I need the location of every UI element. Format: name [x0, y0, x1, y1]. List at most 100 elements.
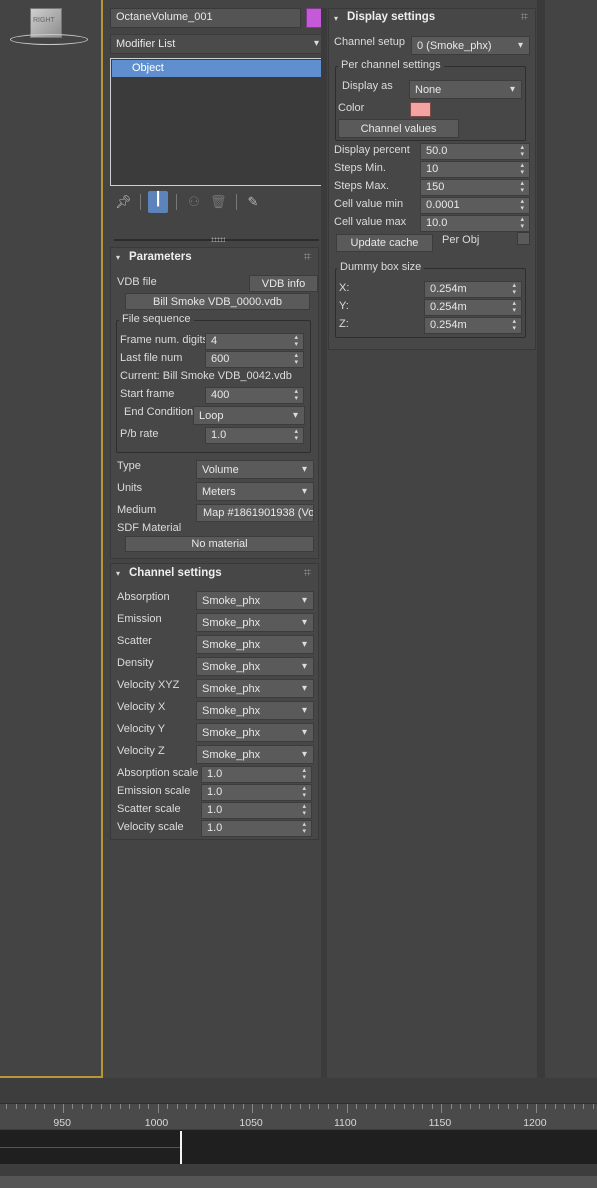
rollout-collapse-icon[interactable]: ▾ [116, 253, 120, 262]
timeline-tick [365, 1104, 367, 1109]
timeline-tick [554, 1104, 556, 1109]
vdb-info-button[interactable]: VDB info [249, 275, 318, 292]
channel-setup-dropdown[interactable]: 0 (Smoke_phx) [411, 36, 530, 55]
timeline-tick [167, 1104, 169, 1109]
scale-spinner[interactable]: 1.0 [201, 820, 312, 837]
channel-dropdown[interactable]: Smoke_phx [196, 723, 314, 742]
rollout-grip-icon[interactable] [304, 253, 311, 260]
last-file-num-label: Last file num [120, 352, 183, 364]
rollout-collapse-icon[interactable]: ▾ [116, 569, 120, 578]
x-size-spinner[interactable]: 0.254m [424, 281, 522, 298]
sdf-material-button[interactable]: No material [125, 536, 314, 552]
end-condition-dropdown[interactable]: Loop [193, 406, 305, 425]
timeline-tick [129, 1104, 131, 1109]
scale-spinner[interactable]: 1.0 [201, 784, 312, 801]
timeline-tick [403, 1104, 405, 1109]
timeline-tick [431, 1104, 433, 1109]
modifier-list-dropdown[interactable]: Modifier List [110, 34, 326, 54]
scale-label: Scatter scale [117, 803, 181, 815]
show-end-result-icon[interactable]: ┃ [148, 191, 168, 213]
track-bar-line [0, 1147, 180, 1148]
units-dropdown[interactable]: Meters [196, 482, 314, 501]
pin-icon[interactable]: 📌︎ [115, 194, 132, 210]
command-panel-scrollbar[interactable] [321, 8, 327, 1078]
update-cache-button[interactable]: Update cache [336, 234, 433, 252]
pb-rate-spinner[interactable]: 1.0 [205, 427, 304, 444]
cell-value-min-spinner[interactable]: 0.0001 [420, 197, 530, 214]
channel-dropdown[interactable]: Smoke_phx [196, 613, 314, 632]
color-swatch[interactable] [410, 102, 431, 117]
timeline-tick [517, 1104, 519, 1109]
timeline-tick [394, 1104, 396, 1109]
channel-label: Scatter [117, 635, 152, 647]
color-label: Color [338, 102, 365, 114]
display-percent-label: Display percent [334, 144, 410, 156]
timeline-tick [290, 1104, 292, 1109]
display-settings-title[interactable]: Display settings [347, 11, 435, 23]
y-size-spinner[interactable]: 0.254m [424, 299, 522, 316]
vdb-file-button[interactable]: Bill Smoke VDB_0000.vdb [125, 293, 310, 310]
time-slider-marker[interactable] [180, 1131, 182, 1164]
timeline-tick [148, 1104, 150, 1109]
channel-dropdown[interactable]: Smoke_phx [196, 657, 314, 676]
timeline-tick [15, 1104, 17, 1109]
viewport[interactable] [0, 0, 103, 1078]
rollout-grip-icon[interactable] [521, 13, 528, 20]
display-as-dropdown[interactable]: None [409, 80, 522, 99]
parameters-title[interactable]: Parameters [129, 251, 192, 263]
timeline-tick [110, 1104, 112, 1109]
cell-value-max-spinner[interactable]: 10.0 [420, 215, 530, 232]
timeline-tick [34, 1104, 36, 1109]
timeline-tick [261, 1104, 263, 1109]
viewcube-compass-ring[interactable] [10, 34, 88, 45]
medium-button[interactable]: Map #1861901938 (Vo [196, 504, 314, 522]
timeline-tick [233, 1104, 235, 1109]
channel-settings-title[interactable]: Channel settings [129, 567, 222, 579]
timeline-tick [583, 1104, 585, 1109]
right-panel-scrollbar[interactable] [537, 0, 545, 1078]
modifier-stack[interactable] [110, 58, 326, 186]
scale-spinner[interactable]: 1.0 [201, 766, 312, 783]
rollout-grip-icon[interactable] [304, 569, 311, 576]
steps-min-spinner[interactable]: 10 [420, 161, 530, 178]
timeline-tick-label: 1000 [144, 1117, 169, 1129]
divider-grip-handle[interactable] [211, 237, 225, 242]
object-name-field[interactable]: OctaneVolume_001 [110, 8, 301, 28]
modifier-stack-item-object[interactable]: Object [112, 60, 324, 77]
channel-dropdown[interactable]: Smoke_phx [196, 635, 314, 654]
timeline-tick [242, 1104, 244, 1109]
timeline-tick [6, 1104, 8, 1109]
type-dropdown[interactable]: Volume [196, 460, 314, 479]
last-file-num-spinner[interactable]: 600 [205, 351, 304, 368]
rollout-collapse-icon[interactable]: ▾ [334, 14, 338, 23]
timeline-tick [356, 1104, 358, 1109]
pb-rate-label: P/b rate [120, 428, 159, 440]
frame-num-digits-label: Frame num. digits [120, 334, 209, 346]
channel-dropdown[interactable]: Smoke_phx [196, 679, 314, 698]
channel-dropdown[interactable]: Smoke_phx [196, 701, 314, 720]
timeline-tick [488, 1104, 490, 1109]
configure-sets-icon[interactable]: ✎ [245, 194, 261, 210]
channel-values-button[interactable]: Channel values [338, 119, 459, 138]
trash-icon[interactable]: 🗑︎ [210, 194, 227, 210]
timeline-tick [507, 1104, 509, 1109]
channel-label: Velocity X [117, 701, 166, 713]
scale-spinner[interactable]: 1.0 [201, 802, 312, 819]
z-size-spinner[interactable]: 0.254m [424, 317, 522, 334]
make-unique-icon[interactable]: ⚇ [186, 194, 202, 210]
channel-label: Velocity XYZ [117, 679, 180, 691]
channel-dropdown[interactable]: Smoke_phx [196, 591, 314, 610]
medium-label: Medium [117, 504, 157, 516]
viewcube-label: RIGHT [33, 17, 55, 24]
steps-max-spinner[interactable]: 150 [420, 179, 530, 196]
timeline-tick [81, 1104, 83, 1109]
cell-value-min-label: Cell value min [334, 198, 404, 210]
per-obj-checkbox[interactable] [517, 232, 530, 245]
timeline-tick [318, 1104, 320, 1109]
frame-num-digits-spinner[interactable]: 4 [205, 333, 304, 350]
channel-dropdown[interactable]: Smoke_phx [196, 745, 314, 764]
per-channel-settings-label: Per channel settings [338, 59, 444, 71]
start-frame-spinner[interactable]: 400 [205, 387, 304, 404]
timeline-tick [479, 1104, 481, 1109]
display-percent-spinner[interactable]: 50.0 [420, 143, 530, 160]
